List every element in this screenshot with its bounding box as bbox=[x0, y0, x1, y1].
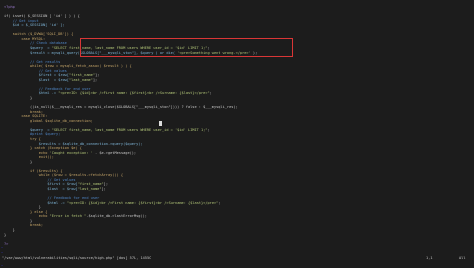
status-cursor-position: 1,1 bbox=[426, 256, 433, 260]
status-file-info: "/var/www/html/vulnerabilities/sqli/sour… bbox=[2, 256, 152, 260]
text-cursor bbox=[159, 121, 162, 126]
code-editor[interactable]: <?php if( isset( $_SESSION [ 'id' ] ) ) {… bbox=[0, 0, 474, 268]
status-scroll-position: All bbox=[459, 256, 466, 260]
highlight-box bbox=[80, 38, 293, 57]
status-bar: "/var/www/html/vulnerabilities/sqli/sour… bbox=[0, 255, 474, 262]
